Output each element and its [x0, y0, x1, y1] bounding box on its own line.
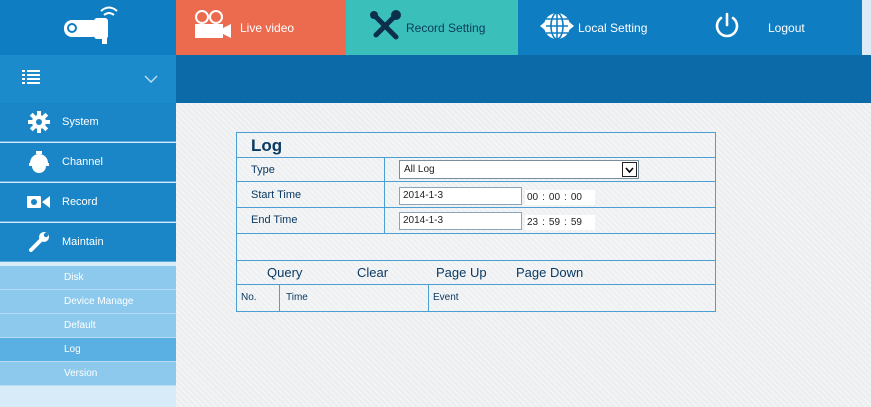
- time-separator: :: [564, 217, 567, 228]
- sidebar-item-maintain[interactable]: Maintain: [0, 223, 176, 262]
- end-time-input[interactable]: 23 : 59 : 59: [525, 215, 595, 230]
- start-second[interactable]: 00: [571, 192, 582, 203]
- start-time-label: Start Time: [251, 189, 302, 201]
- end-date-input[interactable]: 2014-1-3: [399, 212, 522, 230]
- page-down-button[interactable]: Page Down: [516, 265, 583, 280]
- video-record-icon: [27, 191, 51, 213]
- log-panel: Log Type Start Time End Time All Log 201…: [236, 132, 716, 312]
- sidebar-item-label: Maintain: [62, 236, 104, 248]
- sidebar-subitem-device-manage[interactable]: Device Manage: [0, 290, 176, 314]
- camera-logo: [0, 0, 176, 55]
- tab-record-setting[interactable]: Record Setting: [346, 0, 518, 55]
- type-label: Type: [251, 164, 275, 176]
- sidebar-item-label: Record: [62, 196, 98, 208]
- clear-button[interactable]: Clear: [357, 265, 388, 280]
- page-up-button[interactable]: Page Up: [436, 265, 487, 280]
- sidebar-subitem-disk[interactable]: Disk: [0, 266, 176, 290]
- tab-live-video[interactable]: Live video: [176, 0, 346, 55]
- tab-record-setting-label: Record Setting: [406, 20, 486, 35]
- tab-local-setting-label: Local Setting: [578, 20, 648, 35]
- dome-camera-icon: [27, 151, 51, 173]
- column-header-event: Event: [433, 292, 459, 303]
- sidebar-subitem-log[interactable]: Log: [0, 338, 176, 362]
- start-hour[interactable]: 00: [525, 192, 538, 203]
- log-type-select[interactable]: All Log: [399, 160, 639, 179]
- sidebar-item-label: Channel: [62, 156, 103, 168]
- gear-icon: [27, 111, 51, 133]
- sidebar-subitem-version[interactable]: Version: [0, 362, 176, 386]
- sidebar-item-channel[interactable]: Channel: [0, 143, 176, 182]
- sidebar-subitem-default[interactable]: Default: [0, 314, 176, 338]
- header-edge: [862, 0, 871, 55]
- start-time-input[interactable]: 00 : 00 : 00: [525, 190, 595, 205]
- start-minute[interactable]: 00: [549, 192, 560, 203]
- log-title: Log: [251, 136, 283, 155]
- sidebar-item-label: System: [62, 116, 99, 128]
- end-hour[interactable]: 23: [525, 217, 538, 228]
- sidebar-subitem-label: Disk: [64, 272, 84, 283]
- time-separator: :: [542, 192, 545, 203]
- log-title-row: Log: [237, 133, 715, 158]
- power-icon: [712, 11, 742, 44]
- sidebar: System Channel Record Maintain Disk Devi…: [0, 55, 176, 407]
- wrench-icon: [27, 231, 51, 253]
- menu-toggle[interactable]: [0, 55, 176, 103]
- camera-logo-icon: [64, 6, 118, 44]
- column-header-no: No.: [241, 292, 257, 303]
- sidebar-subitem-label: Version: [64, 368, 98, 379]
- list-menu-icon: [22, 69, 40, 89]
- time-separator: :: [542, 217, 545, 228]
- label-divider: [384, 158, 385, 234]
- column-divider: [279, 285, 280, 311]
- log-type-value: All Log: [404, 164, 435, 175]
- chevron-down-icon: [144, 70, 158, 88]
- tab-logout[interactable]: Logout: [690, 0, 862, 55]
- sidebar-subitem-label: Device Manage: [64, 296, 134, 307]
- header-band: [176, 55, 871, 103]
- column-divider: [428, 285, 429, 311]
- end-minute[interactable]: 59: [549, 217, 560, 228]
- query-button[interactable]: Query: [267, 265, 302, 280]
- sidebar-item-record[interactable]: Record: [0, 183, 176, 222]
- tab-logout-label: Logout: [768, 20, 805, 35]
- end-second[interactable]: 59: [571, 217, 582, 228]
- tab-live-video-label: Live video: [240, 20, 295, 35]
- sidebar-subitem-label: Log: [64, 344, 81, 355]
- globe-icon: [540, 9, 574, 46]
- column-header-time: Time: [286, 292, 308, 303]
- end-time-label: End Time: [251, 214, 298, 226]
- tab-local-setting[interactable]: Local Setting: [518, 0, 690, 55]
- time-separator: :: [564, 192, 567, 203]
- start-date-input[interactable]: 2014-1-3: [399, 187, 522, 205]
- top-navigation-bar: Live video Record Setting Local Setting …: [0, 0, 871, 55]
- empty-row: [237, 234, 715, 261]
- sidebar-item-system[interactable]: System: [0, 103, 176, 142]
- video-camera-icon: [192, 10, 232, 45]
- tools-icon: [368, 9, 402, 46]
- sidebar-subitem-label: Default: [64, 320, 96, 331]
- dropdown-arrow-icon: [622, 162, 637, 177]
